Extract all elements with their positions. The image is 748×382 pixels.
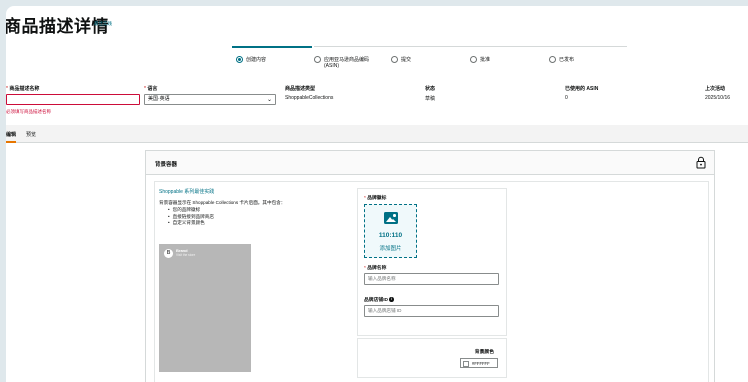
language-select[interactable]: 美国·英语 ⌄ — [144, 94, 276, 105]
color-swatch[interactable] — [463, 360, 469, 367]
image-icon — [384, 212, 398, 224]
brand-name-label: * 品牌名称 — [364, 266, 387, 271]
description-list: 您的品牌徽标 直接链接到品牌商店 自定义背景颜色 — [168, 207, 285, 227]
last-activity-label: 上次活动 — [705, 86, 726, 92]
step-label: 应用亚马逊商品编码 (ASIN) — [324, 56, 370, 70]
add-image-link[interactable]: 添加图片 — [365, 244, 416, 252]
step-radio[interactable] — [314, 56, 321, 63]
step-label: 已发布 — [559, 56, 575, 63]
step-radio[interactable] — [470, 56, 477, 63]
upload-ratio: 110:110 — [378, 232, 403, 239]
preview-brand-logo: B — [164, 249, 173, 258]
collection-card-preview: B Brand Visit the store — [159, 244, 251, 372]
bg-color-field[interactable]: #FFFFFF — [460, 358, 498, 368]
list-item: 您的品牌徽标 — [168, 207, 285, 214]
step-approve[interactable]: 批准 — [470, 56, 490, 63]
step-line-active — [232, 46, 312, 48]
logo-label: * 品牌徽标 — [364, 196, 387, 201]
description-intro: 背景容器显示在 Shoppable Collections 卡片后面。其中包含： — [159, 200, 286, 205]
tab-preview[interactable]: 预览 — [26, 131, 36, 138]
progress-stepper: 创建内容 应用亚马逊商品编码 (ASIN) 提交 批准 已发布 — [232, 46, 632, 76]
step-radio[interactable] — [391, 56, 398, 63]
best-practice-link[interactable]: 最佳实践 — [94, 21, 112, 27]
store-id-label: 品牌店铺ID i — [364, 297, 394, 303]
name-input[interactable] — [6, 94, 140, 105]
tab-bar: 编辑 预览 — [6, 125, 748, 143]
brand-form: * 品牌徽标 110:110 添加图片 * 品牌名称 输入品牌名称 品牌店铺ID… — [357, 188, 507, 336]
step-line — [314, 46, 627, 47]
type-value: ShoppableCollections — [285, 95, 334, 101]
preview-store-link: Visit the store — [176, 253, 196, 257]
container-description: 背景容器显示在 Shoppable Collections 卡片后面。其中包含：… — [159, 200, 285, 227]
background-color-section: 背景颜色 #FFFFFF — [357, 338, 507, 378]
last-activity-value: 2025/10/16 — [705, 95, 731, 101]
language-label: * 语言 — [144, 86, 158, 92]
tab-edit[interactable]: 编辑 — [6, 131, 16, 138]
content-info-row: * 商品描述名称 必须填写商品描述名称 * 语言 美国·英语 ⌄ 商品描述类型 … — [6, 85, 748, 121]
background-container-panel: 背景容器 Shoppable 系列最佳实践 背景容器显示在 Shoppable … — [145, 150, 715, 382]
color-hex-value: #FFFFFF — [472, 361, 490, 366]
tab-active-indicator — [6, 141, 16, 143]
step-label: 批准 — [480, 56, 491, 63]
asin-label: 已使用的 ASIN — [565, 86, 599, 92]
status-label: 状态 — [425, 86, 436, 92]
name-label: * 商品描述名称 — [6, 86, 40, 92]
step-submit[interactable]: 提交 — [391, 56, 411, 63]
logo-upload[interactable]: 110:110 添加图片 — [364, 204, 417, 258]
panel-header: 背景容器 — [146, 151, 714, 175]
bg-color-label: 背景颜色 — [474, 350, 494, 355]
step-radio-checked[interactable] — [236, 56, 243, 63]
step-apply-asin[interactable]: 应用亚马逊商品编码 (ASIN) — [314, 56, 369, 70]
step-published[interactable]: 已发布 — [549, 56, 574, 63]
lock-icon[interactable] — [696, 156, 706, 169]
info-icon[interactable]: i — [389, 297, 394, 302]
container-body: Shoppable 系列最佳实践 背景容器显示在 Shoppable Colle… — [154, 181, 709, 382]
step-create[interactable]: 创建内容 — [236, 56, 266, 63]
language-value: 美国·英语 — [148, 96, 170, 102]
step-label: 提交 — [401, 56, 412, 63]
list-item: 自定义背景颜色 — [168, 220, 285, 227]
panel-title: 背景容器 — [155, 162, 178, 168]
shoppable-best-practice-link[interactable]: Shoppable 系列最佳实践 — [159, 188, 214, 195]
name-error: 必须填写商品描述名称 — [6, 109, 51, 114]
brand-name-input[interactable]: 输入品牌名称 — [364, 273, 499, 285]
step-radio[interactable] — [549, 56, 556, 63]
step-label: 创建内容 — [246, 56, 267, 63]
asin-value: 0 — [565, 95, 568, 101]
app-frame: 商品描述详情 最佳实践 创建内容 应用亚马逊商品编码 (ASIN) 提交 批准 … — [6, 6, 748, 382]
store-id-input[interactable]: 输入品牌店铺 ID — [364, 305, 499, 317]
type-label: 商品描述类型 — [285, 86, 316, 92]
status-value: 草稿 — [425, 96, 436, 102]
chevron-down-icon: ⌄ — [266, 97, 272, 103]
